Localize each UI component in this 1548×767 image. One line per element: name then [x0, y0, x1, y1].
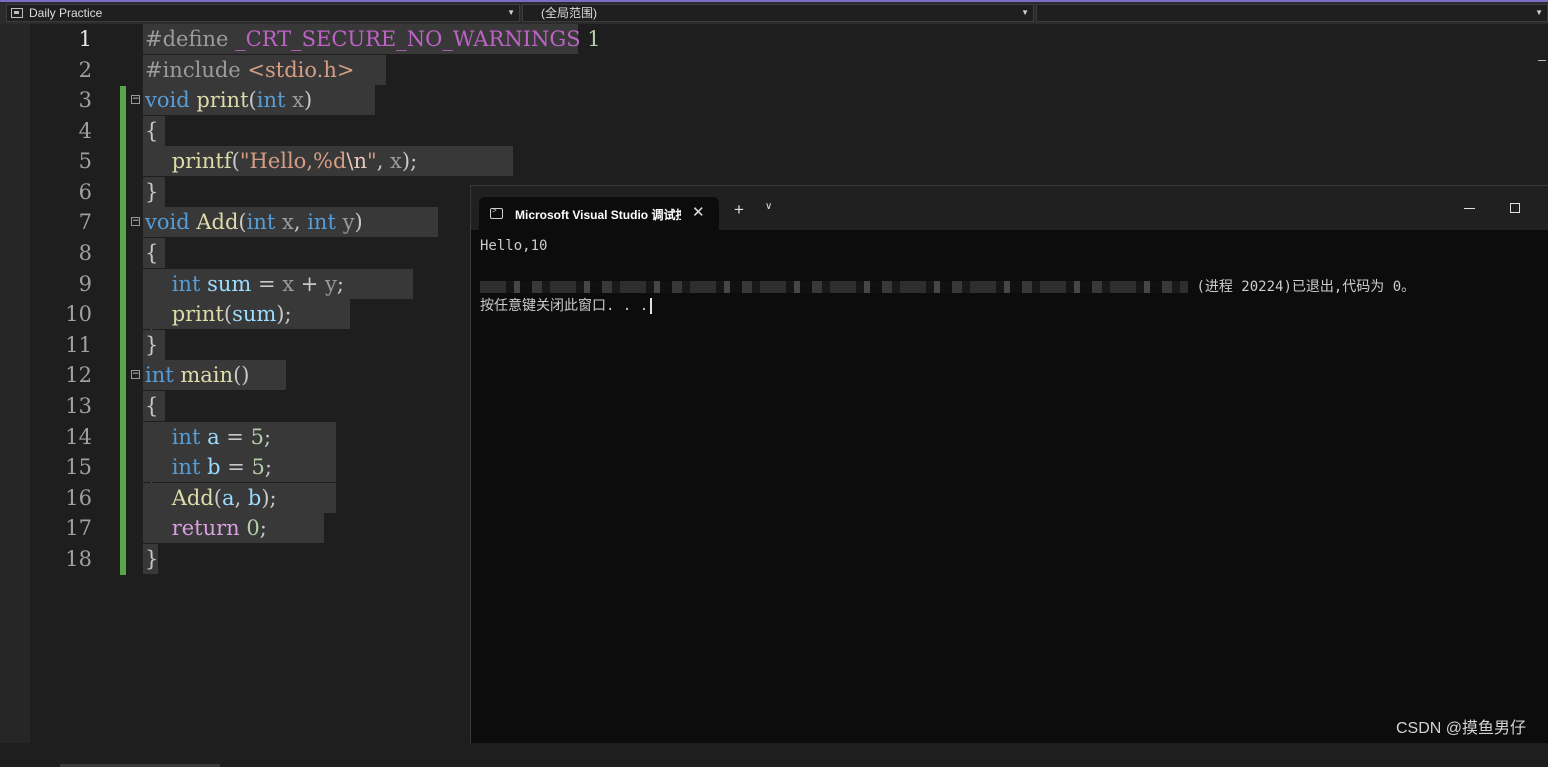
member-dropdown[interactable]: ▼: [1036, 4, 1548, 22]
code-text: }: [145, 547, 159, 571]
code-text: print(sum);: [171, 302, 292, 326]
code-text: {: [145, 241, 159, 265]
code-text: int b = 5;: [171, 455, 272, 479]
code-text: {: [145, 394, 159, 418]
line-number: 1: [78, 27, 92, 51]
project-dropdown[interactable]: Daily Practice ▼: [6, 4, 520, 22]
line-number: 14: [65, 425, 92, 449]
text-cursor: [650, 298, 653, 314]
code-text: return 0;: [171, 516, 267, 540]
line-number: 9: [78, 272, 92, 296]
navigation-bar: Daily Practice ▼ (全局范围) ▼ ▼: [0, 0, 1548, 24]
chevron-down-icon: ▼: [507, 8, 515, 17]
minimize-button[interactable]: [1464, 208, 1475, 209]
line-number: 2: [78, 58, 92, 82]
chevron-down-icon: ▼: [1535, 8, 1543, 17]
line-number: 5: [78, 149, 92, 173]
line-number: 11: [65, 333, 92, 357]
watermark: CSDN @摸鱼男仔: [1396, 720, 1527, 737]
collapse-icon[interactable]: −: [131, 370, 140, 379]
project-name: Daily Practice: [29, 6, 103, 20]
terminal-window[interactable]: Microsoft Visual Studio 调试控 ✕ + ∨ Hello,…: [470, 185, 1548, 743]
line-number: 8: [78, 241, 92, 265]
exit-message: (进程 20224)已退出,代码为 0。: [1196, 279, 1416, 295]
redacted-path: [480, 281, 1188, 293]
output-line: 按任意键关闭此窗口. . .: [480, 295, 653, 315]
terminal-tab[interactable]: Microsoft Visual Studio 调试控 ✕: [479, 197, 719, 230]
close-icon[interactable]: ✕: [692, 203, 705, 221]
collapse-icon[interactable]: −: [131, 217, 140, 226]
code-text: {: [145, 119, 159, 143]
scrollbar-marker: [1538, 60, 1546, 61]
line-number: 12: [65, 363, 92, 387]
maximize-button[interactable]: [1510, 203, 1520, 213]
line-number: 18: [65, 547, 92, 571]
code-text: printf("Hello,%d\n", x);: [171, 149, 418, 173]
line-number: 3: [78, 88, 92, 112]
code-text: int a = 5;: [171, 425, 272, 449]
console-icon: [490, 206, 503, 219]
line-number: 15: [65, 455, 92, 479]
code-text: int sum = x + y;: [171, 272, 344, 296]
tab-title: Microsoft Visual Studio 调试控: [515, 208, 681, 222]
code-text: }: [145, 180, 159, 204]
line-number: 13: [65, 394, 92, 418]
output-line: (进程 20224)已退出,代码为 0。: [480, 276, 1415, 296]
code-text: int main(): [145, 363, 250, 387]
line-number: 4: [78, 119, 92, 143]
line-number: 16: [65, 486, 92, 510]
code-text: #include <stdio.h>: [145, 58, 355, 82]
output-line: Hello,10: [480, 238, 548, 254]
prompt-text: 按任意键关闭此窗口. . .: [480, 298, 649, 314]
code-text: }: [145, 333, 159, 357]
line-number: 10: [65, 302, 92, 326]
scope-label: (全局范围): [541, 6, 597, 20]
change-indicator: [120, 86, 126, 575]
code-text: Add(a, b);: [171, 486, 277, 510]
new-tab-button[interactable]: +: [734, 200, 744, 220]
code-text: #define _CRT_SECURE_NO_WARNINGS 1: [145, 27, 601, 51]
line-number: 17: [65, 516, 92, 540]
indicator-margin: [0, 24, 30, 743]
collapse-icon[interactable]: −: [131, 95, 140, 104]
chevron-down-icon: ▼: [1021, 8, 1029, 17]
chevron-down-icon[interactable]: ∨: [765, 201, 772, 212]
line-number: 6: [78, 180, 92, 204]
code-text: void Add(int x, int y): [145, 210, 363, 234]
terminal-titlebar: Microsoft Visual Studio 调试控 ✕ + ∨: [471, 186, 1548, 230]
scope-dropdown[interactable]: (全局范围) ▼: [522, 4, 1034, 22]
code-text: void print(int x): [145, 88, 313, 112]
project-icon: [11, 8, 23, 18]
line-number: 7: [78, 210, 92, 234]
